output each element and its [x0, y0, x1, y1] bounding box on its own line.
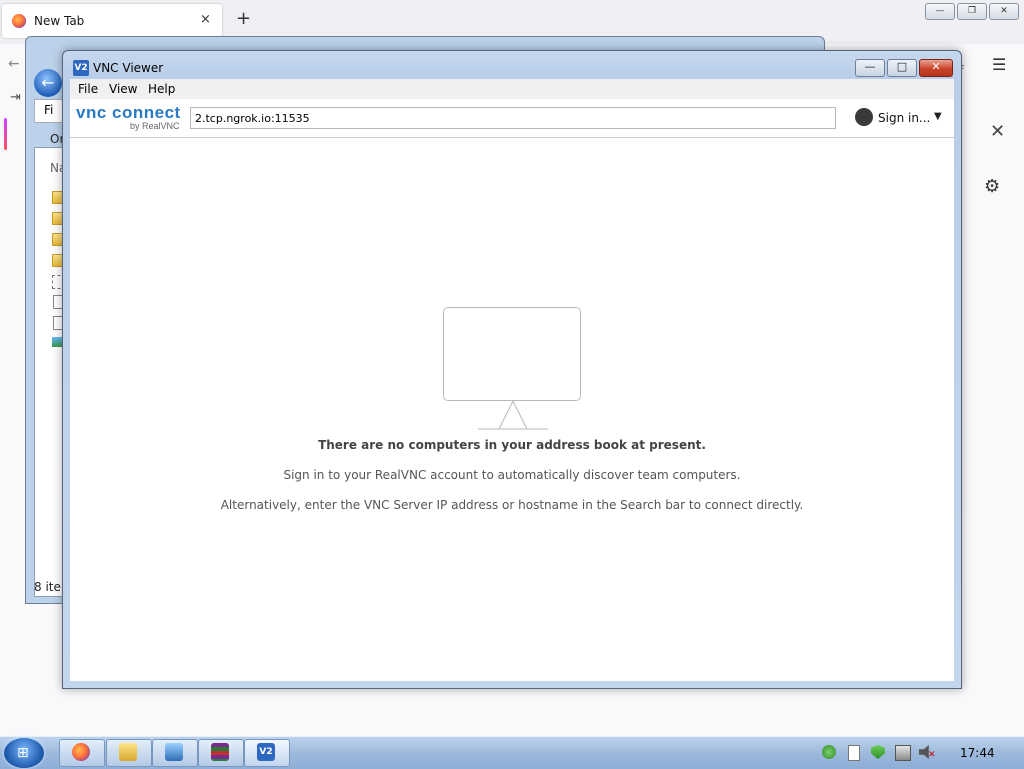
sidebar-login-icon[interactable]: ⇥: [10, 90, 21, 105]
winrar-icon: [211, 743, 229, 761]
browser-restore-button[interactable]: ❐: [957, 3, 987, 20]
explorer-menu-file[interactable]: Fi: [44, 103, 53, 117]
menu-bar: [70, 79, 954, 99]
vnc-viewer-window: V2 VNC Viewer — □ ✕ File View Help vnc c…: [62, 50, 962, 689]
clock[interactable]: 17:44: [960, 746, 995, 760]
menu-view[interactable]: View: [109, 82, 137, 96]
new-tab-button[interactable]: +: [236, 10, 251, 28]
firefox-icon: [12, 14, 26, 28]
menu-file[interactable]: File: [78, 82, 98, 96]
browser-minimize-button[interactable]: —: [925, 3, 955, 20]
sign-in-button[interactable]: Sign in...: [878, 111, 930, 125]
empty-state-signin-hint: Sign in to your RealVNC account to autom…: [283, 468, 741, 482]
network-tray-icon[interactable]: [822, 745, 836, 759]
gear-icon[interactable]: ⚙: [984, 176, 1000, 197]
mute-x-icon: ✕: [928, 750, 936, 760]
browser-tab[interactable]: New Tab ×: [2, 4, 222, 38]
chevron-down-icon[interactable]: ▼: [934, 111, 942, 122]
clipboard-tray-icon[interactable]: [848, 745, 860, 761]
remote-desktop-icon: [165, 743, 183, 761]
explorer-back-icon[interactable]: ←: [34, 69, 62, 97]
firefox-icon: [72, 743, 90, 761]
back-arrow-icon[interactable]: ←: [8, 56, 20, 72]
menu-icon[interactable]: ☰: [992, 55, 1006, 74]
vnc-viewer-icon: V2: [73, 60, 89, 76]
minimize-button[interactable]: —: [855, 59, 885, 77]
monitor-stand-illustration: [478, 399, 548, 430]
monitor-illustration: [443, 307, 581, 401]
menu-help[interactable]: Help: [148, 82, 175, 96]
empty-state-search-hint: Alternatively, enter the VNC Server IP a…: [220, 498, 804, 512]
maximize-button[interactable]: □: [887, 59, 917, 77]
file-explorer-icon: [119, 743, 137, 761]
realvnc-byline: by RealVNC: [130, 121, 180, 131]
window-title: VNC Viewer: [93, 61, 164, 75]
search-input[interactable]: [190, 107, 836, 129]
network-connection-icon[interactable]: [895, 745, 911, 761]
browser-close-button[interactable]: ✕: [989, 3, 1019, 20]
close-icon[interactable]: ✕: [990, 121, 1005, 142]
empty-state-title: There are no computers in your address b…: [318, 438, 706, 452]
vnc-connect-logo: vnc connect: [76, 103, 181, 122]
tab-close-icon[interactable]: ×: [200, 12, 211, 27]
vnc-viewer-icon: V2: [257, 743, 275, 761]
tab-title: New Tab: [34, 14, 85, 28]
windows-logo-icon: ⊞: [17, 745, 29, 761]
close-button[interactable]: ✕: [919, 59, 953, 77]
user-icon[interactable]: [855, 108, 873, 126]
accent-bar: [4, 118, 7, 150]
